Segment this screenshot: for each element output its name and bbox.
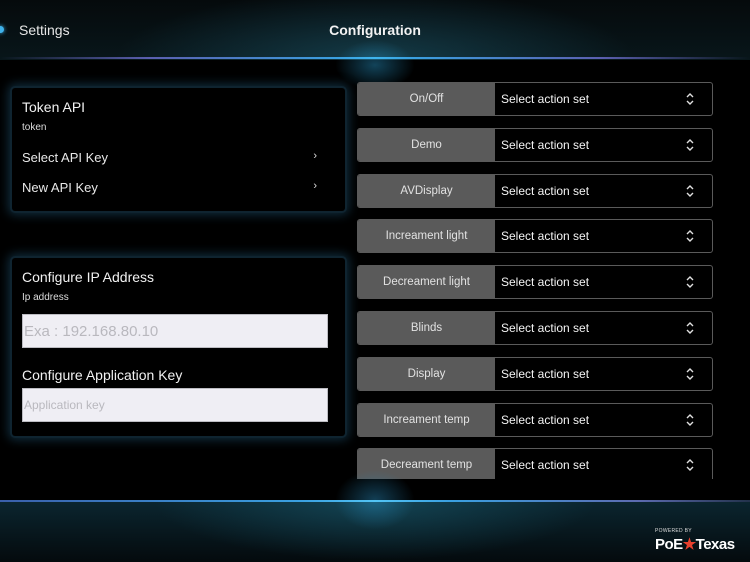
action-row: Blinds Select action set	[357, 311, 713, 345]
up-down-chevron-icon	[686, 459, 694, 472]
application-key-input[interactable]	[22, 388, 328, 422]
action-name-label: Demo	[358, 128, 495, 161]
footer-divider	[0, 500, 750, 502]
action-set-select-value: Select action set	[501, 321, 590, 335]
action-name-label: Increament light	[358, 220, 495, 253]
up-down-chevron-icon	[686, 230, 694, 243]
action-name-label: Decreament light	[358, 266, 495, 299]
new-api-key-label: New API Key	[22, 180, 98, 195]
chevron-right-icon: ›	[313, 150, 317, 162]
ip-config-title: Configure IP Address	[22, 269, 155, 285]
up-down-chevron-icon	[686, 138, 694, 151]
token-api-card: Token API token Select API Key › New API…	[12, 88, 345, 211]
action-name-label: AVDisplay	[358, 174, 495, 207]
powered-by-label: POWERED BY	[655, 528, 692, 534]
up-down-chevron-icon	[686, 93, 694, 105]
chevron-right-icon: ›	[313, 180, 317, 192]
action-set-select-value: Select action set	[501, 458, 590, 473]
action-set-select[interactable]: Select action set	[495, 358, 712, 390]
action-row: Display Select action set	[357, 356, 713, 391]
action-set-select[interactable]: Select action set	[495, 129, 712, 161]
ip-address-input[interactable]	[22, 314, 328, 348]
action-name-label: On/Off	[358, 83, 495, 115]
ip-config-subtitle: Ip address	[22, 292, 69, 303]
up-down-chevron-icon	[686, 184, 694, 197]
token-api-subtitle: token	[22, 122, 47, 133]
action-set-select-value: Select action set	[501, 229, 590, 244]
token-api-title: Token API	[22, 99, 86, 115]
action-set-select[interactable]: Select action set	[495, 175, 712, 207]
action-set-select[interactable]: Select action set	[495, 449, 712, 479]
select-api-key-label: Select API Key	[22, 150, 108, 165]
action-row: Increament temp Select action set	[357, 402, 713, 437]
brand-right: Texas	[695, 536, 735, 553]
up-down-chevron-icon	[686, 276, 694, 289]
action-name-label: Display	[358, 357, 495, 390]
header-divider	[0, 57, 750, 59]
action-row: Demo Select action set	[357, 127, 713, 162]
app-key-title: Configure Application Key	[22, 367, 183, 383]
page-title: Configuration	[329, 22, 421, 38]
action-row: Decreament light Select action set	[357, 265, 713, 300]
brand-logo: PoE★Texas	[655, 535, 735, 553]
action-set-select-value: Select action set	[501, 412, 590, 427]
action-set-select[interactable]: Select action set	[495, 266, 712, 298]
action-set-select[interactable]: Select action set	[495, 404, 712, 436]
action-set-select[interactable]: Select action set	[495, 220, 712, 252]
action-set-list[interactable]: On/Off Select action set Demo Select action…	[357, 82, 714, 479]
action-name-label: Blinds	[358, 312, 495, 344]
up-down-chevron-icon	[686, 322, 694, 334]
action-row: Increament light Select action set	[357, 219, 713, 254]
action-set-select[interactable]: Select action set	[495, 312, 712, 344]
action-set-select-value: Select action set	[501, 275, 590, 290]
brand-left: PoE	[655, 536, 683, 553]
action-name-label: Increament temp	[358, 403, 495, 436]
action-set-select[interactable]: Select action set	[495, 83, 712, 115]
action-row: AVDisplay Select action set	[357, 173, 713, 208]
up-down-chevron-icon	[686, 367, 694, 380]
new-api-key-item[interactable]: New API Key ›	[22, 180, 317, 195]
action-set-select-value: Select action set	[501, 137, 590, 152]
star-icon: ★	[682, 536, 696, 553]
select-api-key-item[interactable]: Select API Key ›	[22, 150, 317, 165]
up-down-chevron-icon	[686, 413, 694, 426]
action-set-select-value: Select action set	[501, 183, 590, 198]
action-set-select-value: Select action set	[501, 92, 590, 106]
action-set-select-value: Select action set	[501, 366, 590, 381]
action-row: On/Off Select action set	[357, 82, 713, 116]
ip-config-card: Configure IP Address Ip address Configur…	[12, 258, 345, 436]
